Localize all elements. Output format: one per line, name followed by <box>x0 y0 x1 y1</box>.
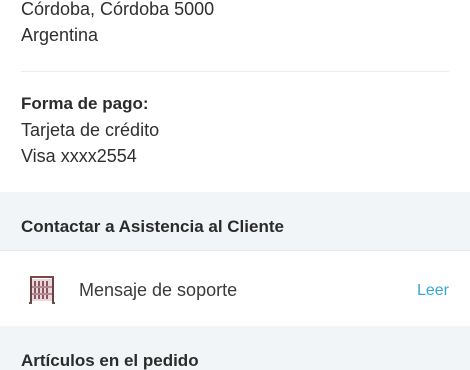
order-details-page: Córdoba, Córdoba 5000 Argentina Forma de… <box>0 0 470 370</box>
product-thumbnail-icon <box>26 273 58 305</box>
support-message-label: Mensaje de soporte <box>79 280 238 300</box>
support-section-title: Contactar a Asistencia al Cliente <box>21 217 284 236</box>
read-support-message-link[interactable]: Leer <box>417 280 449 302</box>
order-items-section-header: Artículos en el pedido <box>0 326 470 370</box>
shipping-address: Córdoba, Córdoba 5000 Argentina <box>0 0 470 72</box>
payment-method: Forma de pago: Tarjeta de crédito Visa x… <box>0 72 470 192</box>
payment-heading: Forma de pago: <box>21 94 149 113</box>
support-section-header: Contactar a Asistencia al Cliente <box>0 192 470 251</box>
order-items-section-title: Artículos en el pedido <box>21 351 199 370</box>
support-message-row[interactable]: Mensaje de soporte Leer <box>0 251 470 326</box>
payment-method-type: Tarjeta de crédito <box>21 120 160 140</box>
address-line-city: Córdoba, Córdoba 5000 <box>21 0 215 19</box>
address-line-country: Argentina <box>21 25 99 45</box>
payment-card-number: Visa xxxx2554 <box>21 146 137 166</box>
